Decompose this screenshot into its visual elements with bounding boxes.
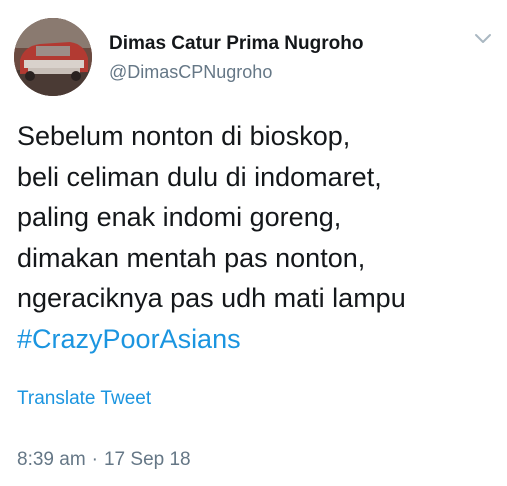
tweet-date: 17 Sep 18	[103, 449, 191, 470]
tweet-text-line: ngeraciknya pas udh mati lampu	[17, 283, 406, 313]
avatar[interactable]	[14, 18, 92, 96]
chevron-down-icon[interactable]	[472, 30, 494, 48]
tweet-text-line: paling enak indomi goreng,	[17, 202, 342, 232]
tweet-card: Dimas Catur Prima Nugroho @DimasCPNugroh…	[0, 0, 507, 486]
author-handle[interactable]: @DimasCPNugroho	[109, 62, 272, 83]
tweet-time: 8:39 am	[17, 449, 86, 470]
tweet-timestamp[interactable]: 8:39 am · 17 Sep 18	[17, 449, 191, 471]
tweet-text-line: beli celiman dulu di indomaret,	[17, 161, 382, 192]
meta-separator: ·	[91, 449, 98, 470]
tweet-text-line: dimakan mentah pas nonton,	[17, 242, 366, 273]
tweet-text-line: Sebelum nonton di bioskop,	[17, 121, 351, 151]
avatar-photo	[14, 18, 92, 96]
translate-tweet-link[interactable]: Translate Tweet	[17, 388, 151, 410]
tweet-text: Sebelum nonton di bioskop, beli celiman …	[17, 116, 497, 359]
author-name[interactable]: Dimas Catur Prima Nugroho	[109, 33, 363, 55]
hashtag-link[interactable]: #CrazyPoorAsians	[17, 319, 497, 360]
